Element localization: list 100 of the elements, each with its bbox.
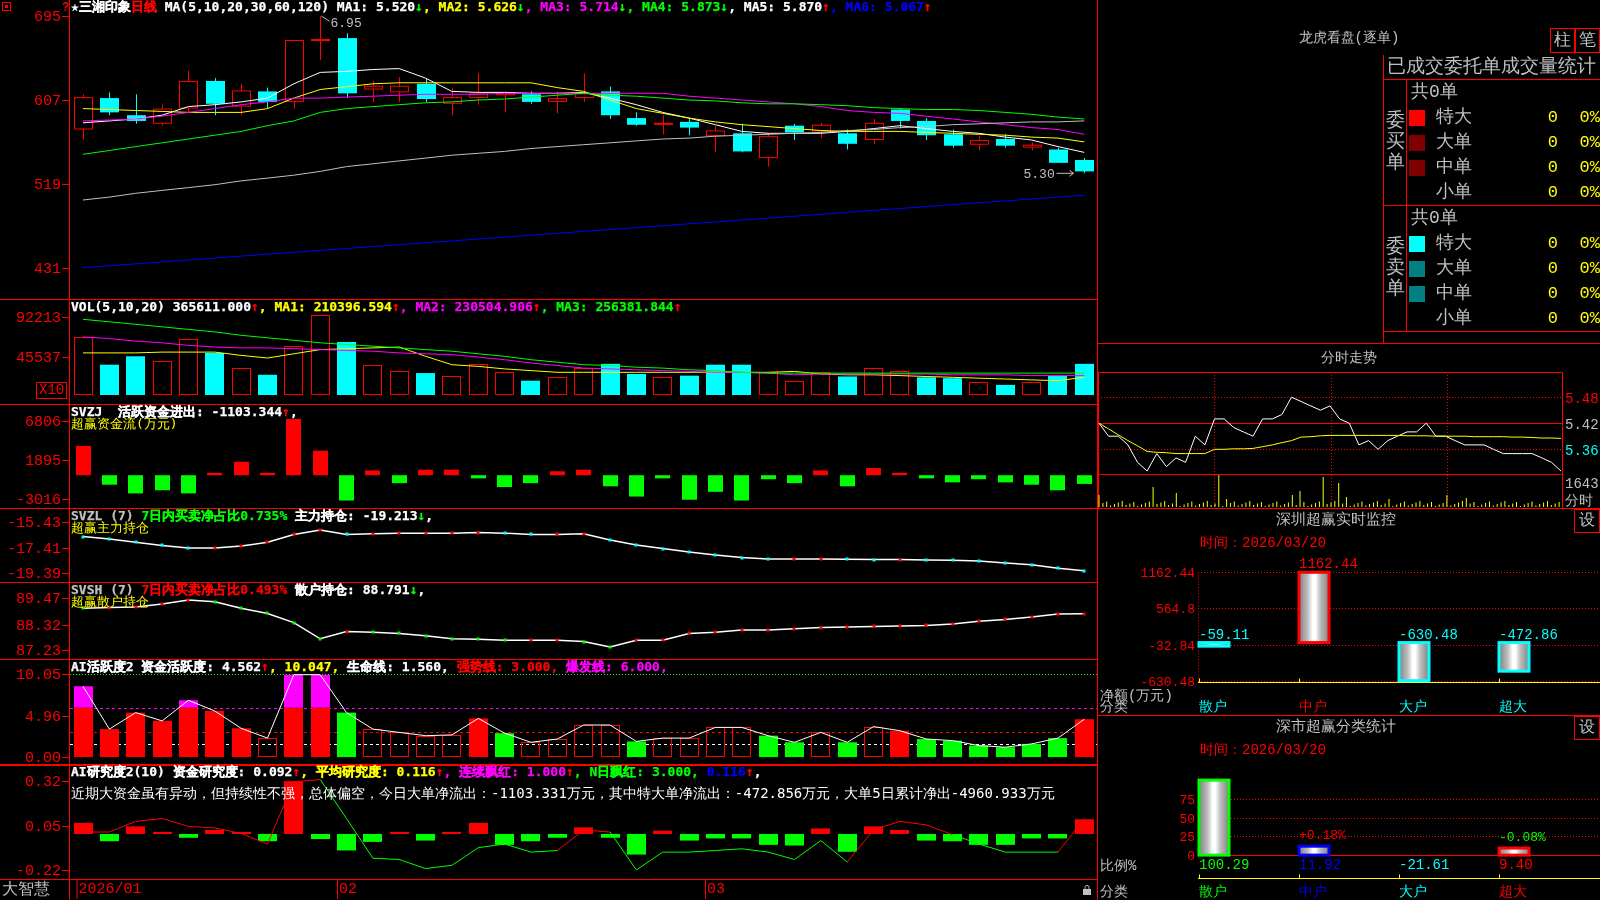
bar <box>1048 833 1067 839</box>
bar <box>1075 819 1094 834</box>
legend-text: , <box>289 404 298 419</box>
legend-text: ↑ <box>923 0 932 14</box>
bar <box>1397 641 1431 683</box>
bar <box>286 419 301 476</box>
order-size-label: 中单 <box>1436 156 1472 179</box>
order-size-label: 小单 <box>1436 307 1472 330</box>
bar <box>521 833 540 842</box>
point-marker <box>1082 569 1086 573</box>
bar <box>1497 641 1531 673</box>
point-marker <box>107 606 111 610</box>
legend-text: 散户持仓: 88.791 <box>294 582 410 597</box>
candle <box>364 80 383 103</box>
point-marker <box>265 540 269 544</box>
axis-label: 607 <box>34 93 61 110</box>
section-title: 分时走势 <box>1320 349 1378 368</box>
order-count: 0 <box>1547 181 1558 204</box>
point-marker <box>213 600 217 604</box>
bar <box>1297 844 1331 857</box>
bar <box>365 470 380 476</box>
axis-label: 1162.44 <box>1140 565 1195 581</box>
table-title: 已成交委托单成交量统计 <box>1384 55 1600 80</box>
candle <box>891 108 910 130</box>
point-marker <box>977 559 981 563</box>
point-marker <box>371 532 375 536</box>
annotation: 6.95 <box>330 16 362 32</box>
legend-text: AI研究度2(10) 资金研究度: 0.092 <box>71 764 293 779</box>
order-total: 共0单 <box>1410 81 1458 104</box>
bar <box>523 475 538 484</box>
order-size-label: 中单 <box>1436 282 1472 305</box>
point-marker <box>397 631 401 635</box>
point-marker <box>661 547 665 551</box>
point-marker <box>1056 612 1060 616</box>
point-marker <box>608 645 612 649</box>
value-label: -630.48 <box>1399 626 1458 643</box>
bar <box>234 461 249 476</box>
candle <box>522 90 541 105</box>
legend-text: , 10.047, <box>268 659 340 674</box>
point-marker <box>713 630 717 634</box>
date-label: 02 <box>337 880 357 899</box>
candle <box>654 114 673 135</box>
axis-label: 4.96 <box>25 709 61 727</box>
value-label: -59.11 <box>1199 626 1250 643</box>
point-marker <box>107 537 111 541</box>
ratio-value: 11.92 <box>1299 857 1341 873</box>
candle <box>74 93 93 141</box>
axis-label: 564.8 <box>1156 601 1195 617</box>
bar <box>759 833 778 845</box>
point-marker <box>397 531 401 535</box>
axis-caption: 分类 <box>1100 884 1128 900</box>
bar <box>813 470 828 476</box>
bar <box>680 833 699 841</box>
order-count: 0 <box>1547 307 1558 330</box>
legend-text: ↓ <box>409 582 418 597</box>
bar <box>153 831 172 834</box>
toggle-button[interactable]: 柱 <box>1550 28 1575 53</box>
bar <box>155 475 170 491</box>
panel-title: 龙虎看盘(逐单) <box>1298 29 1400 48</box>
timestamp: 时间：2026/03/20 <box>1199 534 1327 553</box>
axis-label: 0.00 <box>25 750 61 764</box>
legend-text: , MA2: 5.626 <box>422 0 517 14</box>
value-label: -472.86 <box>1499 626 1558 643</box>
legend-text: ↓ <box>415 0 423 14</box>
bar <box>603 475 618 487</box>
axis-label: 88.32 <box>16 617 61 635</box>
candle <box>443 87 462 116</box>
bar <box>232 831 251 834</box>
candle <box>179 69 198 113</box>
candle <box>865 118 884 145</box>
bar <box>866 468 881 476</box>
point-marker <box>845 557 849 561</box>
legend-text: , MA2: 230504.906 <box>399 299 533 314</box>
bar <box>337 833 356 851</box>
legend-text: ↑ <box>251 299 259 314</box>
settings-button[interactable]: 设 <box>1574 509 1600 533</box>
bar <box>390 831 409 834</box>
axis-label: -19.39 <box>7 566 61 582</box>
settings-button[interactable]: 设 <box>1574 716 1600 740</box>
axis-label: 92213 <box>16 310 61 328</box>
bar <box>416 833 435 841</box>
bar <box>890 830 909 834</box>
order-size-label: 大单 <box>1436 131 1472 154</box>
candle <box>1023 141 1042 151</box>
point-marker <box>872 558 876 562</box>
legend-text: , N日飘红: 3.000, <box>573 764 699 779</box>
order-share: 0% <box>1578 307 1600 330</box>
candle <box>1075 157 1094 174</box>
volume-label: 1643 <box>1565 476 1599 492</box>
legend-text: , MA5: 5.870 <box>728 0 823 14</box>
help-mark[interactable]: ? <box>62 1 69 15</box>
axis-label: 0 <box>1187 848 1195 864</box>
point-marker <box>160 602 164 606</box>
axis-label: 5.42 <box>1565 416 1599 433</box>
legend-text: ↓ <box>618 0 627 14</box>
toggle-button[interactable]: 笔 <box>1575 28 1600 53</box>
point-marker <box>450 531 454 535</box>
legend-text: ★三湘印象 <box>71 0 131 14</box>
candle <box>285 39 304 110</box>
bar <box>311 833 330 840</box>
